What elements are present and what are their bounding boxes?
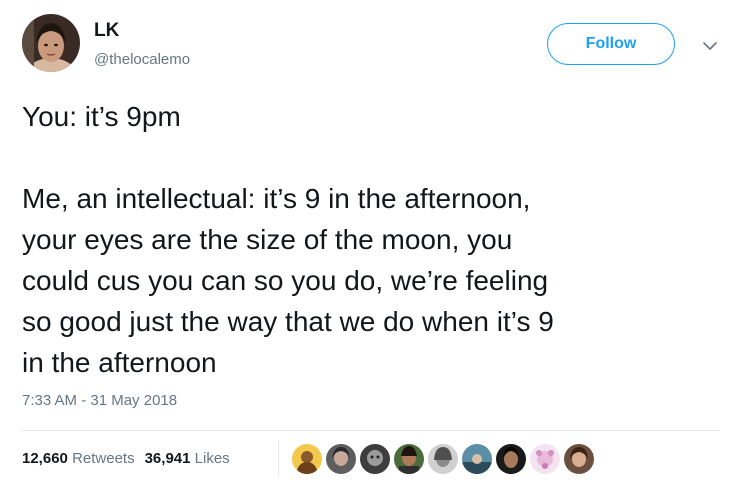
tweet-stats: 12,660 Retweets 36,941 Likes [22, 450, 230, 468]
liker-avatar-9[interactable] [562, 442, 596, 476]
liker-avatar-6[interactable] [460, 442, 494, 476]
tweet-menu-button[interactable] [700, 38, 720, 54]
profile-photo-avatar [22, 14, 80, 72]
retweets-count: 12,660 [22, 450, 68, 467]
retweets-stat[interactable]: 12,660 Retweets [22, 450, 135, 468]
tweet-text: You: it’s 9pm Me, an intellectual: it’s … [22, 96, 722, 383]
stats-separator [278, 440, 279, 478]
liker-avatar-2[interactable] [324, 442, 358, 476]
author-handle[interactable]: @thelocalemo [94, 51, 190, 69]
divider [22, 430, 720, 431]
liker-avatar-1[interactable] [290, 442, 324, 476]
retweets-label: Retweets [72, 450, 135, 467]
author-avatar[interactable] [22, 14, 80, 72]
follow-button[interactable]: Follow [547, 23, 675, 65]
author-display-name[interactable]: LK [94, 20, 119, 42]
likes-stat[interactable]: 36,941 Likes [145, 450, 230, 468]
tweet-text-line-2: Me, an intellectual: it’s 9 in the after… [22, 183, 554, 378]
chevron-down-icon [703, 42, 717, 50]
liker-avatar-5[interactable] [426, 442, 460, 476]
tweet-timestamp[interactable]: 7:33 AM - 31 May 2018 [22, 392, 177, 410]
liker-avatar-4[interactable] [392, 442, 426, 476]
tweet-text-line-1: You: it’s 9pm [22, 101, 181, 132]
likes-label: Likes [194, 450, 230, 467]
likes-count: 36,941 [144, 450, 191, 467]
liker-avatars [290, 442, 596, 476]
liker-avatar-3[interactable] [358, 442, 392, 476]
liker-avatar-7[interactable] [494, 442, 528, 476]
liker-avatar-8[interactable] [528, 442, 562, 476]
